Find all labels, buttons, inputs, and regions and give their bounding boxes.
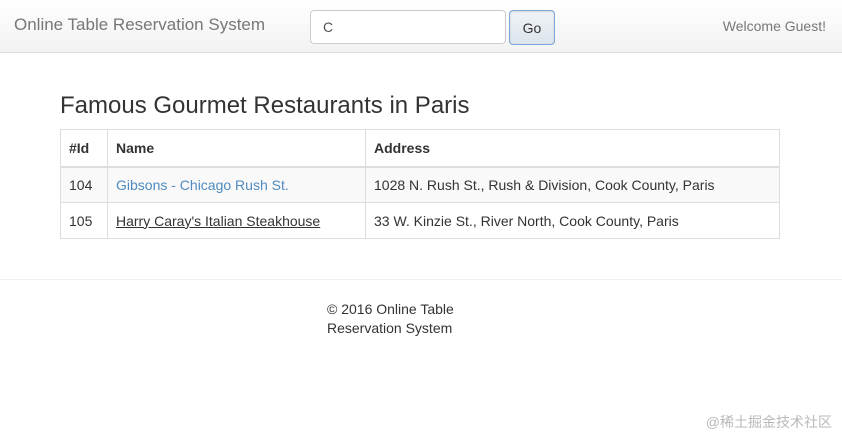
go-button[interactable]: Go bbox=[509, 10, 555, 45]
header-address: Address bbox=[365, 129, 780, 168]
search-input[interactable] bbox=[310, 10, 506, 44]
header-id: #Id bbox=[60, 129, 108, 168]
row-name-cell: Gibsons - Chicago Rush St. bbox=[107, 166, 366, 203]
row-address: 33 W. Kinzie St., River North, Cook Coun… bbox=[365, 202, 780, 239]
navbar: Online Table Reservation System Go Welco… bbox=[0, 0, 842, 53]
restaurant-link[interactable]: Gibsons - Chicago Rush St. bbox=[116, 177, 289, 193]
footer-copyright: © 2016 Online Table Reservation System bbox=[327, 301, 454, 336]
watermark: @稀土掘金技术社区 bbox=[705, 414, 832, 430]
row-id: 105 bbox=[60, 202, 108, 239]
restaurant-link[interactable]: Harry Caray's Italian Steakhouse bbox=[116, 213, 320, 229]
brand-title[interactable]: Online Table Reservation System bbox=[14, 15, 265, 35]
row-id: 104 bbox=[60, 166, 108, 203]
table-header-row: #Id Name Address bbox=[60, 129, 780, 168]
row-name-cell: Harry Caray's Italian Steakhouse bbox=[107, 202, 366, 239]
welcome-text: Welcome Guest! bbox=[722, 18, 826, 34]
table-row: 105 Harry Caray's Italian Steakhouse 33 … bbox=[60, 202, 780, 239]
header-name: Name bbox=[107, 129, 366, 168]
row-address: 1028 N. Rush St., Rush & Division, Cook … bbox=[365, 166, 780, 203]
page-title: Famous Gourmet Restaurants in Paris bbox=[60, 92, 470, 119]
restaurants-table: #Id Name Address 104 Gibsons - Chicago R… bbox=[60, 129, 780, 239]
table-row: 104 Gibsons - Chicago Rush St. 1028 N. R… bbox=[60, 166, 780, 203]
footer-divider bbox=[0, 279, 842, 280]
